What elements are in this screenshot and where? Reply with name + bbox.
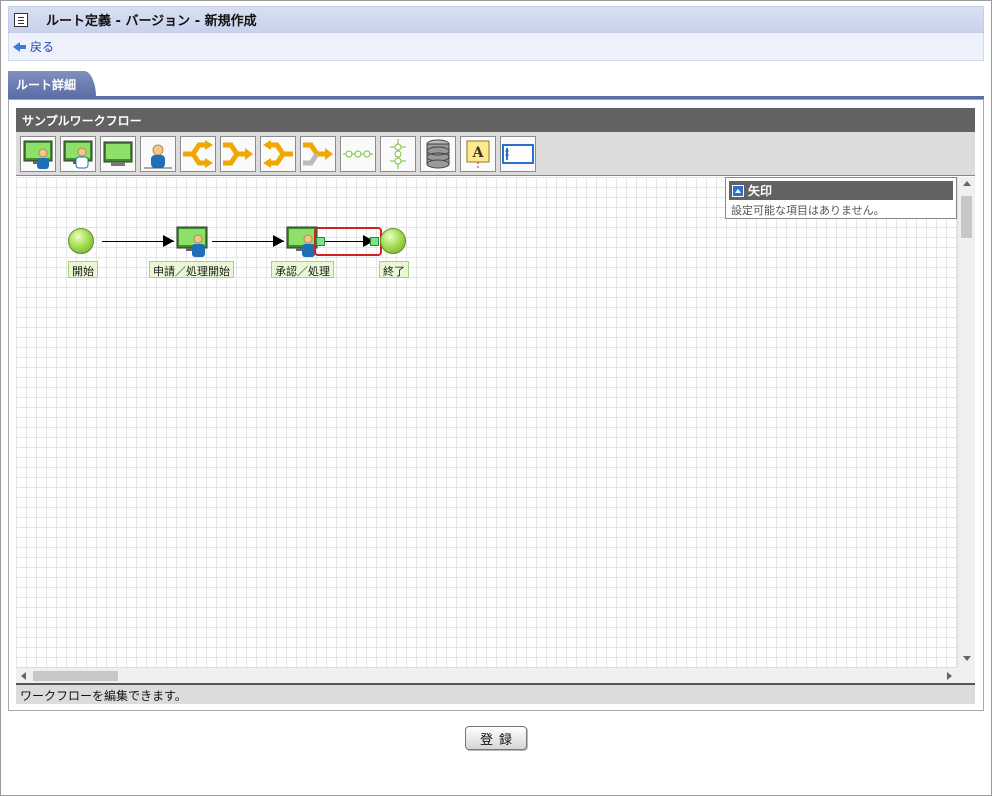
svg-text:A: A: [472, 145, 485, 161]
toolbar: A: [16, 132, 975, 176]
back-link[interactable]: 戻る: [13, 38, 54, 55]
join-arrow-icon[interactable]: [300, 136, 336, 172]
annotation-icon[interactable]: A: [460, 136, 496, 172]
start-node[interactable]: [68, 228, 94, 254]
horizontal-connector-icon[interactable]: [340, 136, 376, 172]
route-detail-panel: サンプルワークフロー A 開始 申請／処理開始 承認／処理 終了 矢印 設定可能…: [8, 99, 984, 711]
scroll-down-icon[interactable]: [963, 656, 971, 661]
system-task-icon[interactable]: [100, 136, 136, 172]
apply-task-label: 申請／処理開始: [149, 261, 234, 278]
property-panel: 矢印 設定可能な項目はありません。: [725, 177, 957, 219]
arrowhead: [273, 235, 284, 247]
user-task-icon[interactable]: [20, 136, 56, 172]
workflow-name: サンプルワークフロー: [16, 108, 975, 132]
workflow-canvas[interactable]: 開始 申請／処理開始 承認／処理 終了 矢印 設定可能な項目はありません。: [16, 177, 957, 667]
selection-highlight: [314, 227, 382, 256]
status-bar: ワークフローを編集できます。: [16, 683, 975, 704]
approve-task-label: 承認／処理: [271, 261, 334, 278]
tab-route-detail[interactable]: ルート詳細: [8, 71, 96, 97]
person-icon[interactable]: [140, 136, 176, 172]
start-node-label: 開始: [68, 261, 98, 278]
register-button[interactable]: 登録: [465, 726, 527, 750]
page-title: ルート定義 - バージョン - 新規作成: [46, 14, 257, 29]
end-node-label: 終了: [379, 261, 409, 278]
property-message: 設定可能な項目はありません。: [731, 204, 885, 217]
property-title: 矢印: [748, 184, 773, 198]
collapse-icon[interactable]: [732, 184, 744, 197]
back-label: 戻る: [30, 40, 55, 54]
back-arrow-icon: [13, 41, 27, 52]
end-node[interactable]: [380, 228, 406, 254]
panel-icon[interactable]: [500, 136, 536, 172]
page-icon: [14, 12, 28, 27]
merge-orange-icon[interactable]: [220, 136, 256, 172]
apply-task-node[interactable]: [176, 225, 210, 259]
scroll-up-icon[interactable]: [963, 181, 971, 186]
vertical-scrollbar[interactable]: [957, 177, 975, 667]
vertical-connector-icon[interactable]: [380, 136, 416, 172]
horizontal-scroll-thumb[interactable]: [33, 671, 118, 681]
horizontal-scrollbar[interactable]: [16, 667, 957, 683]
scroll-right-icon[interactable]: [947, 672, 952, 680]
vertical-scroll-thumb[interactable]: [961, 196, 972, 238]
back-bar: 戻る: [8, 33, 984, 61]
title-bar: ルート定義 - バージョン - 新規作成: [8, 6, 984, 33]
database-icon[interactable]: [420, 136, 456, 172]
multi-user-task-icon[interactable]: [60, 136, 96, 172]
scroll-corner: [957, 667, 975, 683]
property-header: 矢印: [729, 181, 953, 200]
arrowhead: [163, 235, 174, 247]
scroll-left-icon[interactable]: [21, 672, 26, 680]
split-arrow-icon[interactable]: [260, 136, 296, 172]
split-orange-icon[interactable]: [180, 136, 216, 172]
